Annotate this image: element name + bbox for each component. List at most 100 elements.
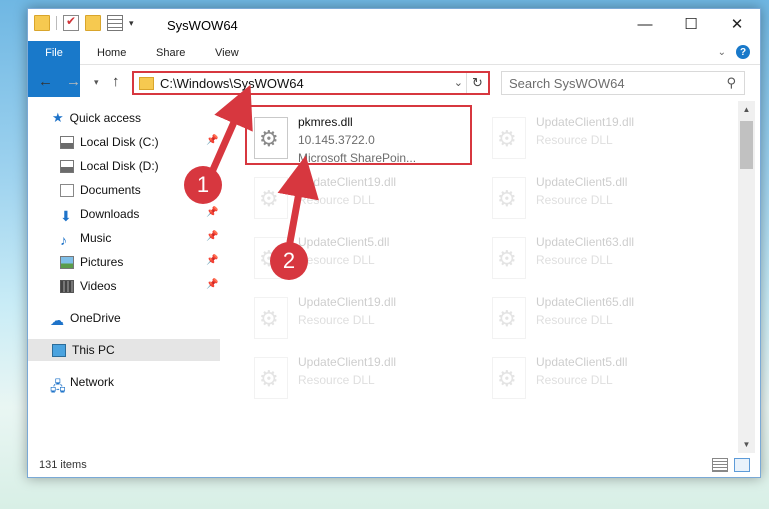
sidebar-item-this-pc[interactable]: This PC: [28, 339, 220, 361]
folder-icon[interactable]: [34, 15, 50, 31]
gear-icon: ⚙: [497, 366, 517, 391]
documents-icon: [60, 183, 74, 197]
file-name: UpdateClient19.dll: [298, 295, 397, 309]
window-controls: — ☐ ✕: [622, 9, 760, 39]
tab-view[interactable]: View: [203, 41, 251, 65]
music-icon: ♪: [60, 231, 67, 248]
file-name: UpdateClient19.dll: [536, 115, 635, 129]
properties-check-icon[interactable]: [63, 14, 79, 31]
dll-file-icon: ⚙: [492, 237, 526, 279]
file-name: UpdateClient19.dll: [298, 175, 397, 189]
scroll-down-icon[interactable]: ▼: [738, 436, 755, 453]
pictures-icon: [60, 255, 74, 269]
scrollbar-thumb[interactable]: [740, 121, 753, 169]
address-history-dropdown-icon[interactable]: ⌄: [454, 76, 463, 89]
dll-file-icon: ⚙: [492, 177, 526, 219]
navigation-bar: ← → ▾ ↑ C:\Windows\SysWOW64 ⌄ ↻ ⚲: [28, 69, 760, 97]
pin-icon[interactable]: 📌: [206, 207, 218, 218]
sidebar-item-videos[interactable]: Videos: [60, 275, 116, 297]
back-arrow-icon[interactable]: ←: [38, 73, 53, 90]
help-icon[interactable]: ?: [736, 45, 750, 59]
sidebar-item-quick-access[interactable]: ★ Quick access: [52, 107, 141, 129]
sidebar-item-label: Local Disk (C:): [80, 135, 159, 149]
sidebar-item-label: Quick access: [69, 111, 142, 125]
search-input[interactable]: [509, 73, 709, 93]
vertical-scrollbar[interactable]: ▲ ▼: [738, 101, 755, 453]
onedrive-icon: ☁: [50, 311, 64, 328]
sidebar-item-label: OneDrive: [70, 311, 121, 325]
view-toggle: [712, 458, 750, 472]
file-tile[interactable]: ⚙ UpdateClient19.dll Resource DLL: [486, 111, 716, 167]
up-arrow-icon[interactable]: ↑: [112, 73, 120, 90]
customize-toolbar-dropdown-icon[interactable]: ▾: [129, 18, 134, 29]
downloads-icon: ⬇: [60, 207, 72, 224]
file-tile[interactable]: ⚙ UpdateClient5.dll Resource DLL: [486, 351, 716, 407]
search-icon[interactable]: ⚲: [726, 75, 736, 91]
maximize-button[interactable]: ☐: [668, 9, 714, 39]
recent-locations-icon[interactable]: ▾: [94, 77, 99, 88]
scroll-up-icon[interactable]: ▲: [738, 101, 755, 118]
details-view-icon[interactable]: [712, 458, 728, 472]
properties-icon[interactable]: [107, 15, 123, 31]
sidebar-item-documents[interactable]: Documents: [60, 179, 141, 201]
sidebar-item-music[interactable]: ♪ Music: [60, 227, 111, 249]
file-tile[interactable]: ⚙ UpdateClient19.dll Resource DLL: [248, 351, 478, 407]
file-tile[interactable]: ⚙ UpdateClient5.dll Resource DLL: [486, 171, 716, 227]
file-tile[interactable]: ⚙ UpdateClient19.dll Resource DLL: [248, 291, 478, 347]
gear-icon: ⚙: [497, 246, 517, 271]
close-button[interactable]: ✕: [714, 9, 760, 39]
file-highlight-box: [245, 105, 472, 165]
folder-icon: [139, 77, 154, 90]
file-tile[interactable]: ⚙ UpdateClient63.dll Resource DLL: [486, 231, 716, 287]
divider: [56, 16, 57, 30]
sidebar-item-label: Local Disk (D:): [80, 159, 159, 173]
minimize-button[interactable]: —: [622, 9, 668, 39]
file-description: Resource DLL: [298, 373, 375, 387]
drive-icon: [60, 159, 74, 173]
file-description: Resource DLL: [298, 253, 375, 267]
sidebar-item-downloads[interactable]: ⬇ Downloads: [60, 203, 139, 225]
sidebar-item-pictures[interactable]: Pictures: [60, 251, 123, 273]
address-path[interactable]: C:\Windows\SysWOW64: [160, 76, 304, 91]
star-icon: ★: [52, 110, 64, 125]
file-description: Resource DLL: [536, 133, 613, 147]
expand-ribbon-icon[interactable]: ⌄: [718, 47, 726, 58]
sidebar-item-local-disk-d[interactable]: Local Disk (D:): [60, 155, 159, 177]
gear-icon: ⚙: [259, 306, 279, 331]
videos-icon: [60, 279, 74, 293]
file-tile[interactable]: ⚙ UpdateClient65.dll Resource DLL: [486, 291, 716, 347]
file-name: UpdateClient5.dll: [298, 235, 390, 249]
step-2-badge: 2: [270, 242, 308, 280]
pin-icon[interactable]: 📌: [206, 279, 218, 290]
sidebar-item-local-disk-c[interactable]: Local Disk (C:): [60, 131, 159, 153]
tab-share[interactable]: Share: [144, 41, 197, 65]
sidebar-item-onedrive[interactable]: ☁ OneDrive: [50, 307, 121, 329]
file-name: UpdateClient63.dll: [536, 235, 635, 249]
file-tile[interactable]: ⚙ UpdateClient19.dll Resource DLL: [248, 171, 478, 227]
search-box[interactable]: ⚲: [501, 71, 745, 95]
sidebar-item-label: Pictures: [80, 255, 124, 269]
new-folder-icon[interactable]: [85, 15, 101, 31]
gear-icon: ⚙: [259, 186, 279, 211]
file-description: Resource DLL: [536, 373, 613, 387]
large-icons-view-icon[interactable]: [734, 458, 750, 472]
gear-icon: ⚙: [259, 366, 279, 391]
pin-icon[interactable]: 📌: [206, 231, 218, 242]
file-name: UpdateClient5.dll: [536, 175, 628, 189]
tab-home[interactable]: Home: [85, 41, 138, 65]
file-name: UpdateClient19.dll: [298, 355, 397, 369]
quick-access-toolbar: ▾: [34, 14, 134, 31]
sidebar-item-label: This PC: [72, 343, 115, 357]
file-description: Resource DLL: [536, 193, 613, 207]
dll-file-icon: ⚙: [254, 297, 288, 339]
pin-icon[interactable]: 📌: [206, 255, 218, 266]
sidebar-item-network[interactable]: 🖧 Network: [50, 371, 114, 394]
address-bar[interactable]: C:\Windows\SysWOW64 ⌄ ↻: [132, 71, 490, 95]
network-icon: 🖧: [50, 377, 66, 394]
dll-file-icon: ⚙: [492, 297, 526, 339]
gear-icon: ⚙: [497, 306, 517, 331]
forward-arrow-icon[interactable]: →: [66, 73, 81, 90]
pin-icon[interactable]: 📌: [206, 135, 218, 146]
gear-icon: ⚙: [497, 126, 517, 151]
refresh-icon[interactable]: ↻: [466, 73, 488, 93]
